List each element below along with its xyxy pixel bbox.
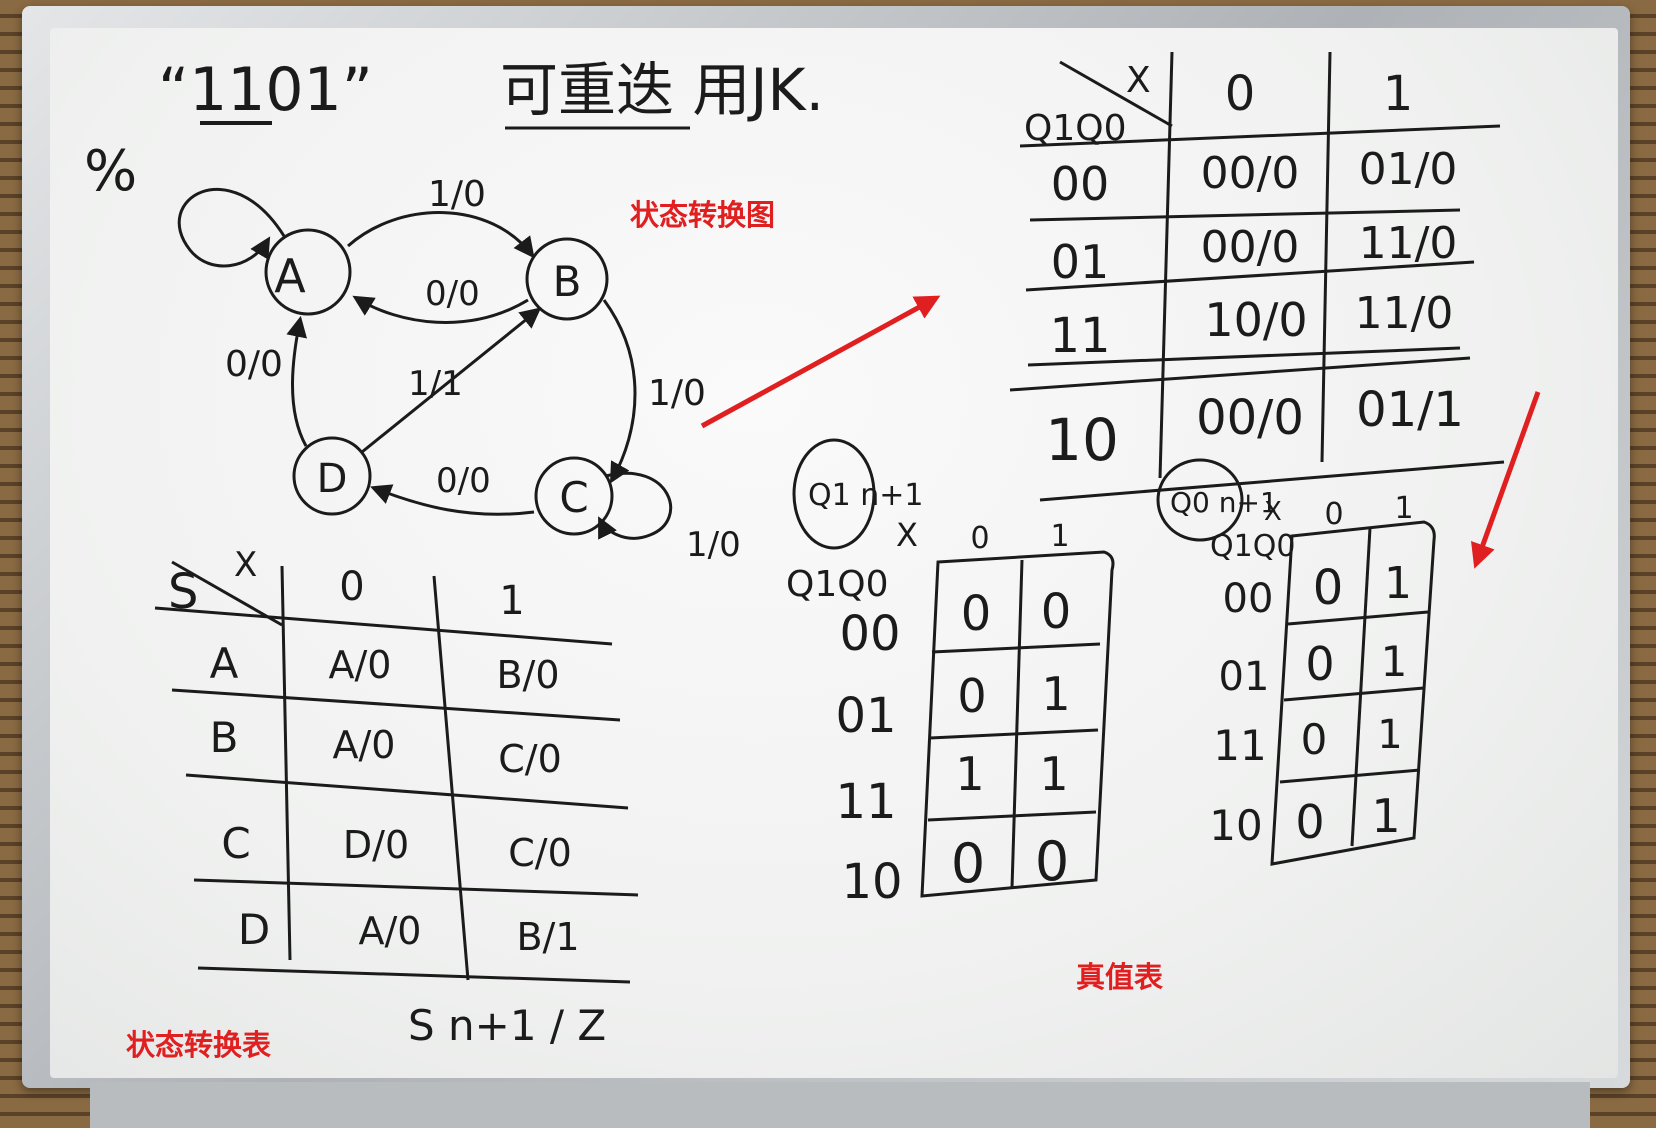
state-table-col-1: 1 (499, 578, 524, 624)
truth-q0-row-code: 00 (1223, 576, 1274, 622)
truth-q1-row-code: 10 (841, 854, 902, 910)
truth-q1-cell: 1 (1039, 747, 1068, 801)
edge-label-d-b: 1/1 (408, 364, 463, 404)
encoded-table-corner-col: X (1126, 60, 1151, 101)
edge-label-d-a: 0/0 (225, 344, 283, 385)
truth-q1-cell: 1 (1041, 667, 1070, 721)
edge-label-c-c: 1/0 (686, 525, 741, 565)
edge-label-c-d: 0/0 (436, 461, 491, 501)
encoded-table-row-code: 01 (1051, 235, 1110, 289)
encoded-table-cell: 11/0 (1355, 288, 1454, 339)
state-label-c: C (559, 473, 588, 522)
red-arrow-to-truth-table (1471, 391, 1541, 569)
encoded-table-corner-row: Q1Q0 (1024, 108, 1126, 149)
state-table-corner-col: X (234, 545, 257, 585)
title-note: 可重迭 用JK. (500, 56, 824, 124)
edge-d-a (286, 315, 308, 447)
encoded-table-cell: 01/1 (1356, 382, 1464, 438)
state-table-cell: A/0 (329, 643, 392, 687)
truth-q0-cell: 0 (1305, 637, 1334, 691)
edge-label-a-b: 1/0 (428, 174, 486, 215)
encoded-table-cell: 11/0 (1359, 218, 1458, 269)
truth-q0-cell: 1 (1384, 558, 1412, 609)
truth-q0-cell: 1 (1371, 789, 1400, 843)
encoded-table-col-1: 1 (1383, 66, 1414, 122)
truth-q1-cell: 0 (1035, 830, 1069, 893)
state-table-row-label: A (210, 639, 239, 688)
encoded-table-cell: 00/0 (1196, 390, 1304, 446)
state-table-footer: S n+1 / Z (408, 1001, 606, 1050)
truth-q0-cell: 0 (1295, 795, 1324, 849)
state-label-b: B (553, 257, 582, 306)
state-table-cell: B/1 (516, 915, 579, 959)
truth-q0-cell: 0 (1313, 560, 1344, 616)
encoded-table-row-code: 10 (1045, 406, 1119, 474)
truth-q1-cell: 0 (1041, 584, 1072, 640)
truth-q0-row-code: 11 (1213, 721, 1266, 770)
truth-q1-cell: 0 (957, 669, 986, 723)
corner-mark: % (84, 139, 137, 204)
truth-q1-col-1: 1 (1050, 519, 1069, 554)
truth-q1-cell: 0 (951, 832, 985, 895)
state-table-cell: C/0 (508, 831, 572, 875)
truth-q1-cell: 0 (961, 586, 992, 642)
edge-a-b (347, 211, 535, 259)
truth-q0-col-0: 0 (1324, 497, 1343, 532)
edge-label-b-c: 1/0 (648, 373, 706, 414)
state-table-cell: A/0 (333, 723, 396, 767)
encoded-table-col-0: 0 (1225, 66, 1256, 122)
state-table-cell: B/0 (496, 653, 559, 697)
edge-b-c (602, 299, 637, 484)
state-table-corner-row: S (168, 564, 198, 620)
state-table-row-label: B (210, 713, 239, 762)
truth-q0-corner-row: Q1Q0 (1210, 529, 1295, 564)
state-table-cell: C/0 (498, 737, 562, 781)
truth-q1-row-code: 00 (839, 606, 900, 662)
truth-q0-title: Q0 n+1 (1170, 486, 1278, 519)
whiteboard-ink: “1101” 可重迭 用JK. % A B C D 1/0 0/0 1/0 1/… (84, 51, 1541, 1050)
red-arrow-to-encoded-table (700, 295, 941, 429)
truth-q0-row-code: 10 (1209, 801, 1262, 850)
truth-q1-corner-col: X (896, 516, 918, 554)
state-label-d: D (317, 456, 348, 502)
truth-q0-cell: 1 (1381, 637, 1408, 686)
state-table-row-label: D (238, 905, 270, 954)
encoded-table-cell: 00/0 (1201, 222, 1300, 273)
truth-q1-col-0: 0 (970, 521, 989, 556)
truth-q1-cell: 1 (955, 747, 984, 801)
state-label-a: A (274, 249, 306, 303)
truth-q0-cell: 0 (1301, 715, 1328, 764)
edge-label-b-a: 0/0 (425, 274, 480, 314)
truth-q0-cell: 1 (1377, 712, 1402, 758)
encoded-table-cell: 01/0 (1359, 144, 1458, 195)
encoded-table-cell: 10/0 (1204, 293, 1307, 347)
truth-q1-row-code: 11 (835, 774, 896, 830)
title-quote: “1101” (158, 55, 373, 125)
truth-q1-corner-row: Q1Q0 (786, 564, 888, 605)
label-state-diagram: 状态转换图 (630, 198, 776, 232)
encoded-table-cell: 00/0 (1201, 148, 1300, 199)
truth-q0-col-1: 1 (1394, 491, 1413, 526)
truth-q0-corner-col: X (1264, 497, 1282, 527)
label-truth-table: 真值表 (1076, 960, 1164, 994)
truth-q1-row-code: 01 (835, 688, 896, 744)
encoded-table-row-code: 11 (1049, 308, 1110, 364)
encoded-table-row-code: 00 (1051, 157, 1110, 211)
state-table-cell: A/0 (359, 909, 422, 953)
label-state-table: 状态转换表 (126, 1028, 272, 1062)
state-table-row-label: C (221, 819, 250, 868)
truth-q0-row-code: 01 (1219, 654, 1270, 700)
truth-q1-title: Q1 n+1 (808, 478, 923, 513)
state-table-col-0: 0 (339, 564, 364, 610)
state-table-cell: D/0 (343, 823, 409, 867)
